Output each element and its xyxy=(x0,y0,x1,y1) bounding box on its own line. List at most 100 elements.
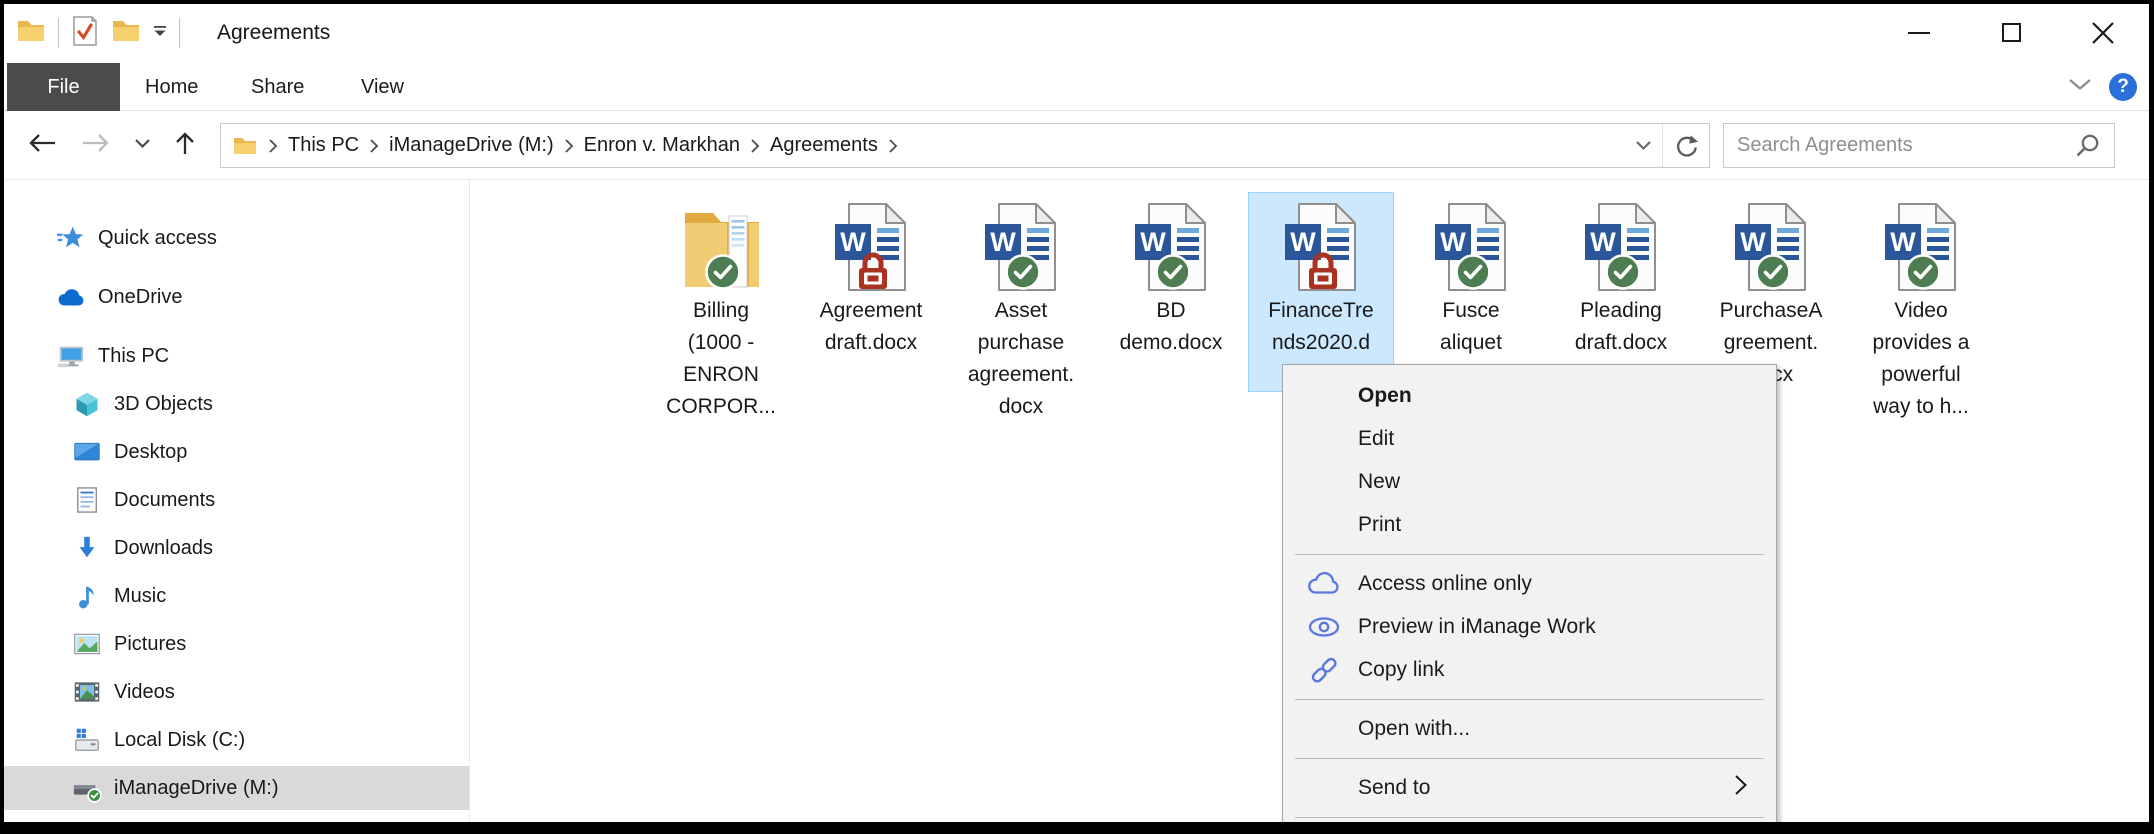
word-document-icon: W xyxy=(1873,201,1969,293)
sidebar-item-downloads[interactable]: Downloads xyxy=(4,526,469,570)
document-icon xyxy=(72,485,102,515)
sidebar-item-imanagedrive-m[interactable]: iManageDrive (M:) xyxy=(4,766,469,810)
drive-synced-icon xyxy=(72,773,102,803)
sidebar-item-3d-objects[interactable]: 3D Objects xyxy=(4,382,469,426)
sidebar-item-videos[interactable]: Videos xyxy=(4,670,469,714)
menu-item-icon xyxy=(1306,378,1342,414)
sidebar-item-label: This PC xyxy=(98,344,170,367)
breadcrumb-this-pc[interactable]: This PC xyxy=(283,134,364,157)
search-input[interactable] xyxy=(1724,133,2075,158)
lock-badge-icon xyxy=(850,247,896,293)
window-title: Agreements xyxy=(217,21,331,44)
sidebar-item-quick-access[interactable]: Quick access xyxy=(4,216,469,260)
qat-dropdown-icon[interactable] xyxy=(153,24,167,42)
synced-badge-icon xyxy=(1904,253,1942,291)
sidebar-item-documents[interactable]: Documents xyxy=(4,478,469,522)
quick-access-toolbar xyxy=(16,4,180,62)
download-icon xyxy=(72,533,102,563)
properties-check-icon[interactable] xyxy=(71,15,99,52)
menu-item-access-online-only[interactable]: Access online only xyxy=(1283,562,1776,605)
menu-item-new[interactable]: New xyxy=(1283,460,1776,503)
menu-item-icon xyxy=(1306,421,1342,457)
breadcrumb-imanagedrive[interactable]: iManageDrive (M:) xyxy=(384,134,558,157)
tab-view[interactable]: View xyxy=(361,63,404,111)
navigation-pane: Quick access OneDrive This PC 3D Objects… xyxy=(4,180,470,822)
video-icon xyxy=(72,677,102,707)
file-item-agreement-draft-docx[interactable]: W Agreement draft.docx xyxy=(798,192,944,392)
close-icon xyxy=(2092,21,2114,44)
lock-badge-icon xyxy=(1300,247,1346,293)
menu-item-label: Print xyxy=(1358,512,1402,536)
maximize-button[interactable] xyxy=(1965,4,2057,61)
word-document-icon: W xyxy=(1573,201,1669,293)
file-item-financetre-nds2020-d[interactable]: W FinanceTre nds2020.d xyxy=(1248,192,1394,392)
file-list: Billing (1000 - ENRON CORPOR... W Agreement… xyxy=(648,192,1998,418)
menu-item-label: Access online only xyxy=(1358,571,1532,595)
menu-item-edit[interactable]: Edit xyxy=(1283,417,1776,460)
menu-item-label: Copy link xyxy=(1358,657,1445,681)
recent-locations-chevron-icon[interactable] xyxy=(134,136,151,154)
menu-separator xyxy=(1283,809,1776,822)
menu-item-icon xyxy=(1306,464,1342,500)
menu-item-preview-in-imanage-work[interactable]: Preview in iManage Work xyxy=(1283,605,1776,648)
help-button[interactable]: ? xyxy=(2109,72,2137,101)
sidebar-item-music[interactable]: Music xyxy=(4,574,469,618)
file-item-video-provides-a-powerful-way-to-h[interactable]: W Video provides a powerful way to h... xyxy=(1848,192,1994,418)
word-document-icon: W xyxy=(1723,201,1819,293)
file-item-pleading-draft-docx[interactable]: W Pleading draft.docx xyxy=(1548,192,1694,392)
file-name-label: Agreement draft.docx xyxy=(819,299,923,354)
file-item-purchasea-greement-docx[interactable]: W PurchaseAgreement.docx xyxy=(1698,192,1844,392)
file-item-billing-1000-enron-corpor[interactable]: Billing (1000 - ENRON CORPOR... xyxy=(648,192,794,418)
file-name-label: Video provides a powerful way to h... xyxy=(1872,299,1970,418)
refresh-button[interactable] xyxy=(1663,124,1709,167)
menu-item-copy-link[interactable]: Copy link xyxy=(1283,648,1776,691)
search-icon[interactable] xyxy=(2075,133,2101,159)
menu-item-open-with[interactable]: Open with... xyxy=(1283,707,1776,750)
word-document-icon: W xyxy=(1423,201,1519,293)
menu-item-print[interactable]: Print xyxy=(1283,503,1776,546)
window-controls xyxy=(1873,4,2149,61)
sidebar-item-desktop[interactable]: Desktop xyxy=(4,430,469,474)
menu-item-label: New xyxy=(1358,469,1401,493)
file-name-label: BD demo.docx xyxy=(1119,299,1223,354)
file-item-bd-demo-docx[interactable]: W BD demo.docx xyxy=(1098,192,1244,392)
close-button[interactable] xyxy=(2057,4,2149,61)
forward-button[interactable] xyxy=(80,131,112,160)
file-item-fusce-aliquet[interactable]: W Fusce aliquet xyxy=(1398,192,1544,392)
synced-badge-icon xyxy=(1154,253,1192,291)
ribbon-tab-bar: File Home Share View ? xyxy=(4,62,2149,111)
file-name-label: Fusce aliquet xyxy=(1440,299,1502,354)
back-button[interactable] xyxy=(26,131,58,160)
tab-home[interactable]: Home xyxy=(145,63,198,111)
address-bar[interactable]: This PC iManageDrive (M:) Enron v. Markh… xyxy=(220,123,1710,168)
breadcrumb-agreements[interactable]: Agreements xyxy=(765,134,883,157)
menu-item-label: Open xyxy=(1358,383,1412,407)
menu-separator xyxy=(1283,750,1776,766)
navigation-bar: This PC iManageDrive (M:) Enron v. Markh… xyxy=(4,111,2149,180)
tab-file[interactable]: File xyxy=(7,63,120,111)
new-folder-icon[interactable] xyxy=(111,18,141,49)
address-dropdown-chevron-icon[interactable] xyxy=(1624,124,1662,167)
sidebar-item-pictures[interactable]: Pictures xyxy=(4,622,469,666)
menu-item-label: Edit xyxy=(1358,426,1395,450)
menu-item-send-to[interactable]: Send to xyxy=(1283,766,1776,809)
cloud-icon xyxy=(56,282,86,312)
sidebar-item-local-disk-c[interactable]: Local Disk (C:) xyxy=(4,718,469,762)
sidebar-item-this-pc[interactable]: This PC xyxy=(4,334,469,378)
cloud-outline-icon xyxy=(1306,566,1342,602)
explorer-folder-icon[interactable] xyxy=(16,18,46,49)
collapse-ribbon-chevron-icon[interactable] xyxy=(2067,77,2093,96)
minimize-button[interactable] xyxy=(1873,4,1965,61)
sidebar-item-onedrive[interactable]: OneDrive xyxy=(4,275,469,319)
up-button[interactable] xyxy=(173,130,197,161)
music-icon xyxy=(72,581,102,611)
sidebar-item-label: Pictures xyxy=(114,632,187,655)
breadcrumb-chevron-icon xyxy=(369,138,379,154)
breadcrumb-enron-v-markhan[interactable]: Enron v. Markhan xyxy=(579,134,745,157)
tab-share[interactable]: Share xyxy=(251,63,304,111)
file-item-asset-purchase-agreement-docx[interactable]: W Asset purchase agreement. docx xyxy=(948,192,1094,418)
file-name-label: FinanceTre nds2020.d xyxy=(1268,299,1374,354)
menu-item-open[interactable]: Open xyxy=(1283,374,1776,417)
toolbar-divider xyxy=(58,18,59,48)
sidebar-item-label: OneDrive xyxy=(98,285,183,308)
